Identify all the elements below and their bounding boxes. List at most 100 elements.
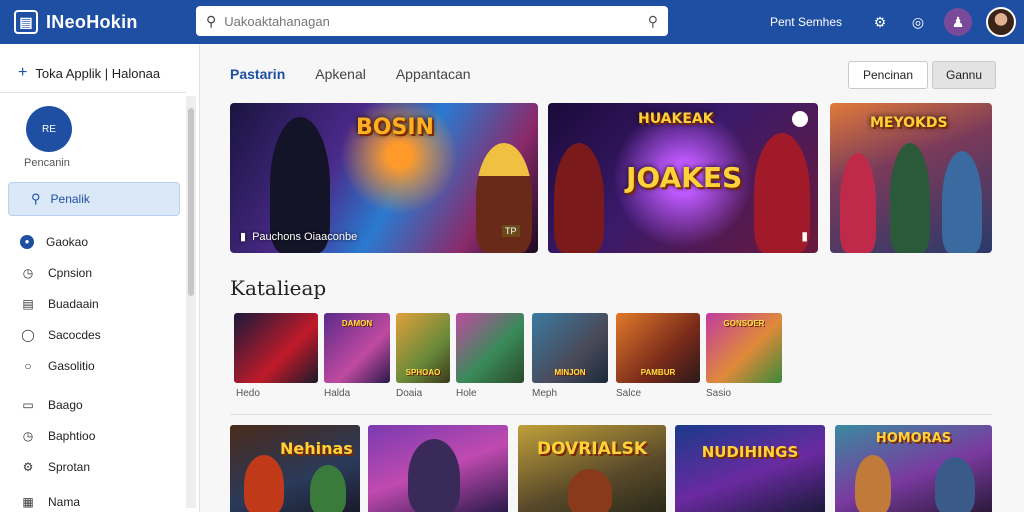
gear-icon: ⚙ xyxy=(22,459,34,474)
game-card-1[interactable] xyxy=(368,425,508,512)
sidebar-item-label: Cpnsion xyxy=(48,265,93,280)
primary-action-button[interactable]: Pencinan xyxy=(848,61,928,89)
box-icon: ▭ xyxy=(22,397,34,412)
sidebar-item-1[interactable]: ◷ Cpnsion xyxy=(20,257,101,288)
tab-2[interactable]: Appantacan xyxy=(396,66,471,82)
featured-banner-1[interactable]: HUAKEAK JOAKES ▮ xyxy=(548,103,818,253)
category-label-5[interactable]: Salce xyxy=(616,388,641,399)
tab-0[interactable]: Pastarin xyxy=(230,66,285,82)
featured-banner-0[interactable]: BOSIN ▮ Pauchons Oiaaconbe TP xyxy=(230,103,538,253)
thumb-label: GONSOER xyxy=(723,319,765,328)
sidebar-item-7[interactable]: ⚙ Sprotan xyxy=(20,451,101,482)
game-card-0[interactable]: Nehinas xyxy=(230,425,360,512)
app-logo[interactable]: ▤ INeoHokin xyxy=(14,10,194,34)
card-title: HOMORAS xyxy=(875,431,952,446)
sidebar-divider xyxy=(0,92,186,93)
bookmark-icon[interactable]: ▮ xyxy=(801,229,808,243)
logo-icon: ▤ xyxy=(14,10,38,34)
sidebar-item-2[interactable]: ▤ Buadaain xyxy=(20,288,101,319)
hero-figure xyxy=(310,465,346,512)
sidebar-item-label: Buadaain xyxy=(48,296,99,311)
banner-caption-text: Pauchons Oiaaconbe xyxy=(252,230,358,243)
category-label-3[interactable]: Hole xyxy=(456,388,477,399)
top-link[interactable]: Pent Semhes xyxy=(770,15,842,29)
sidebar-item-label: Nama xyxy=(48,494,81,509)
category-label-4[interactable]: Meph xyxy=(532,388,557,399)
doc-icon: ▦ xyxy=(22,494,34,509)
sidebar-item-label: Penalik xyxy=(50,192,90,206)
secondary-action-button[interactable]: Gannu xyxy=(932,61,996,89)
timer-icon: ◯ xyxy=(21,327,35,342)
sidebar-scroll-thumb[interactable] xyxy=(188,108,194,296)
bag-icon: ▤ xyxy=(22,296,34,311)
main-content: Pastarin Apkenal Appantacan Pencinan Gan… xyxy=(200,44,1024,512)
sidebar-header[interactable]: + Toka Applik | Halonaa xyxy=(18,64,160,82)
banner-dot[interactable] xyxy=(792,111,808,127)
user-avatar[interactable] xyxy=(986,7,1016,37)
sidebar: + Toka Applik | Halonaa RE Pencanin ⚲ Pe… xyxy=(0,44,200,512)
thumb-label: MINJON xyxy=(554,368,586,377)
sidebar-item-label: Sprotan xyxy=(48,459,91,474)
game-card-3[interactable]: NUDIHINGS xyxy=(675,425,825,512)
sidebar-item-label: Baphtioo xyxy=(48,428,96,443)
card-title: DOVRIALSK xyxy=(536,439,648,459)
hero-figure xyxy=(408,439,460,512)
search-input[interactable] xyxy=(224,13,648,29)
search-icon: ⚲ xyxy=(206,12,217,29)
thumb-label: SPHOAO xyxy=(405,368,441,377)
notification-icon[interactable]: ♟ xyxy=(944,8,972,36)
card-title: NUDIHINGS xyxy=(701,443,799,461)
search-bar[interactable]: ⚲ ⚲ xyxy=(196,6,668,36)
clock-icon: ◷ xyxy=(22,265,34,280)
sidebar-item-active[interactable]: ⚲ Penalik xyxy=(8,182,180,216)
hero-figure xyxy=(890,143,930,253)
thumb-label: PAMBUR xyxy=(640,368,676,377)
category-thumb-1[interactable]: DAMON xyxy=(324,313,390,383)
hero-figure xyxy=(554,143,604,253)
plus-icon: + xyxy=(18,64,28,81)
game-card-2[interactable]: DOVRIALSK xyxy=(518,425,666,512)
tab-bar: Pastarin Apkenal Appantacan xyxy=(230,66,471,82)
target-icon[interactable]: ◎ xyxy=(906,10,930,34)
profile-label: Pencanin xyxy=(24,157,70,169)
category-label-2[interactable]: Doaia xyxy=(396,388,422,399)
banner-title: JOAKES xyxy=(626,161,743,194)
banner-title: MEYOKDS xyxy=(870,115,948,131)
sidebar-item-3[interactable]: ◯ Sacocdes xyxy=(20,319,101,350)
doc-icon: ▮ xyxy=(240,231,247,243)
banner-caption: ▮ Pauchons Oiaaconbe xyxy=(240,230,358,244)
featured-banner-2[interactable]: MEYOKDS xyxy=(830,103,992,253)
sidebar-nav: ● Gaokao ◷ Cpnsion ▤ Buadaain ◯ Sacocdes… xyxy=(20,226,101,517)
hero-figure xyxy=(840,153,876,253)
category-label-1[interactable]: Halda xyxy=(324,388,350,399)
category-thumb-3[interactable] xyxy=(456,313,524,383)
tab-1[interactable]: Apkenal xyxy=(315,66,366,82)
thumb-label: DAMON xyxy=(341,319,373,328)
settings-icon[interactable]: ⚙ xyxy=(868,10,892,34)
sidebar-item-0[interactable]: ● Gaokao xyxy=(20,226,101,257)
category-thumb-0[interactable] xyxy=(234,313,318,383)
globe-icon: ● xyxy=(20,234,34,249)
search-submit-icon[interactable]: ⚲ xyxy=(648,13,658,30)
search-icon: ⚲ xyxy=(31,191,41,206)
sidebar-item-8[interactable]: ▦ Nama xyxy=(20,486,101,517)
category-thumb-5[interactable]: PAMBUR xyxy=(616,313,700,383)
category-label-0[interactable]: Hedo xyxy=(236,388,260,399)
category-thumb-4[interactable]: MINJON xyxy=(532,313,608,383)
sidebar-item-label: Gaokao xyxy=(46,234,89,249)
category-thumb-6[interactable]: GONSOER xyxy=(706,313,782,383)
sidebar-item-6[interactable]: ◷ Baphtioo xyxy=(20,420,101,451)
category-thumb-2[interactable]: SPHOAO xyxy=(396,313,450,383)
game-card-4[interactable]: HOMORAS xyxy=(835,425,992,512)
profile-badge[interactable]: RE xyxy=(26,106,72,152)
top-right-controls: Pent Semhes ⚙ ◎ ♟ xyxy=(770,0,1016,44)
category-label-6[interactable]: Sasio xyxy=(706,388,731,399)
hero-figure xyxy=(855,455,891,512)
sidebar-item-4[interactable]: ○ Gasolitio xyxy=(20,350,101,381)
sidebar-item-label: Gasolitio xyxy=(48,358,95,373)
sidebar-item-label: Sacocdes xyxy=(48,327,101,342)
hero-figure xyxy=(935,457,975,512)
hero-figure xyxy=(244,455,284,512)
sidebar-item-5[interactable]: ▭ Baago xyxy=(20,389,101,420)
card-title: Nehinas xyxy=(280,439,353,458)
